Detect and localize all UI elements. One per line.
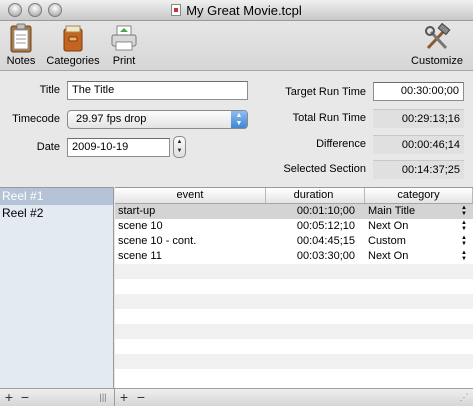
- print-button[interactable]: Print: [108, 23, 140, 67]
- date-field[interactable]: 2009-10-19: [67, 138, 170, 157]
- event-cell: scene 10: [118, 220, 163, 232]
- column-header-category[interactable]: category: [365, 188, 473, 203]
- target-run-time-field[interactable]: 00:30:00;00: [373, 82, 464, 101]
- customize-button[interactable]: Customize: [408, 22, 466, 67]
- column-header-duration[interactable]: duration: [266, 188, 365, 203]
- title-field[interactable]: The Title: [67, 81, 248, 100]
- categories-button[interactable]: Categories: [44, 23, 102, 67]
- add-reel-button[interactable]: +: [2, 389, 16, 406]
- total-run-time-label: Total Run Time: [292, 112, 366, 124]
- clipboard-icon: [6, 23, 36, 53]
- selected-section-value: 00:14:37;25: [373, 160, 464, 179]
- category-cell[interactable]: Next On ▲ ▼: [365, 219, 473, 234]
- timecode-value: 29.97 fps drop: [76, 113, 147, 125]
- category-value: Custom: [368, 235, 406, 247]
- popup-arrows-icon: ▲ ▼: [461, 250, 467, 262]
- category-cell[interactable]: Custom ▲ ▼: [365, 234, 473, 249]
- timecode-label: Timecode: [12, 113, 60, 125]
- duration-cell: 00:01:10;00: [296, 205, 355, 217]
- popup-arrows-icon: ▲ ▼: [461, 235, 467, 247]
- printer-icon: [109, 23, 139, 53]
- title-bar: My Great Movie.tcpl: [0, 0, 473, 21]
- events-table: event duration category start-up 00:01:1…: [115, 187, 473, 388]
- popup-arrows-icon: ▲ ▼: [461, 205, 467, 217]
- split-grip-handle[interactable]: |||: [96, 389, 110, 406]
- popup-arrows-icon: ▲ ▼: [461, 220, 467, 232]
- selected-section-label: Selected Section: [283, 163, 366, 175]
- customize-label: Customize: [411, 55, 463, 67]
- category-cell[interactable]: Main Title ▲ ▼: [365, 204, 473, 219]
- card-box-icon: [58, 23, 88, 53]
- print-label: Print: [112, 55, 136, 67]
- window-title: My Great Movie.tcpl: [0, 3, 473, 18]
- category-value: Next On: [368, 220, 409, 232]
- column-header-event[interactable]: event: [115, 188, 266, 203]
- table-row[interactable]: start-up 00:01:10;00 Main Title ▲ ▼: [115, 204, 473, 219]
- duration-cell: 00:05:12;10: [296, 220, 355, 232]
- resize-grip-icon[interactable]: ⋰: [457, 389, 471, 406]
- empty-row: [115, 354, 473, 369]
- empty-row: [115, 279, 473, 294]
- categories-label: Categories: [46, 55, 100, 67]
- popup-arrows-icon: ▲ ▼: [231, 111, 247, 128]
- date-stepper[interactable]: ▲ ▼: [173, 136, 186, 158]
- tools-icon: [422, 22, 452, 53]
- notes-label: Notes: [6, 55, 36, 67]
- date-label: Date: [36, 141, 60, 153]
- empty-row: [115, 369, 473, 384]
- toolbar: Notes Categories Print Customize: [0, 21, 473, 71]
- document-info-panel: Title The Title Timecode 29.97 fps drop …: [0, 72, 473, 186]
- target-run-time-label: Target Run Time: [285, 86, 366, 98]
- table-row[interactable]: scene 11 00:03:30;00 Next On ▲ ▼: [115, 249, 473, 264]
- remove-event-button[interactable]: −: [134, 389, 148, 406]
- reel-item-1[interactable]: Reel #1: [0, 188, 113, 205]
- table-row[interactable]: scene 10 - cont. 00:04:45;15 Custom ▲ ▼: [115, 234, 473, 249]
- document-icon: [171, 4, 182, 16]
- category-cell[interactable]: Next On ▲ ▼: [365, 249, 473, 264]
- empty-row: [115, 264, 473, 279]
- total-run-time-value: 00:29:13;16: [373, 109, 464, 128]
- bottom-bar: + − ||| + − ⋰: [0, 388, 473, 406]
- table-header: event duration category: [115, 188, 473, 204]
- difference-value: 00:00:46;14: [373, 135, 464, 154]
- event-cell: scene 10 - cont.: [118, 235, 197, 247]
- reel-list: Reel #1 Reel #2: [0, 187, 114, 388]
- notes-button[interactable]: Notes: [4, 23, 38, 67]
- remove-reel-button[interactable]: −: [18, 389, 32, 406]
- difference-label: Difference: [316, 138, 366, 150]
- split-divider: [114, 389, 115, 406]
- event-cell: scene 11: [118, 250, 162, 262]
- table-row[interactable]: scene 10 00:05:12;10 Next On ▲ ▼: [115, 219, 473, 234]
- duration-cell: 00:03:30;00: [296, 250, 355, 262]
- category-value: Main Title: [368, 205, 416, 217]
- empty-row: [115, 309, 473, 324]
- title-label: Title: [39, 84, 60, 96]
- empty-row: [115, 324, 473, 339]
- empty-row: [115, 339, 473, 354]
- window-title-text: My Great Movie.tcpl: [186, 3, 302, 18]
- duration-cell: 00:04:45;15: [296, 235, 355, 247]
- category-value: Next On: [368, 250, 409, 262]
- timecode-popup[interactable]: 29.97 fps drop ▲ ▼: [67, 110, 248, 129]
- add-event-button[interactable]: +: [117, 389, 131, 406]
- reel-item-2[interactable]: Reel #2: [0, 205, 113, 222]
- event-cell: start-up: [118, 205, 156, 217]
- empty-row: [115, 294, 473, 309]
